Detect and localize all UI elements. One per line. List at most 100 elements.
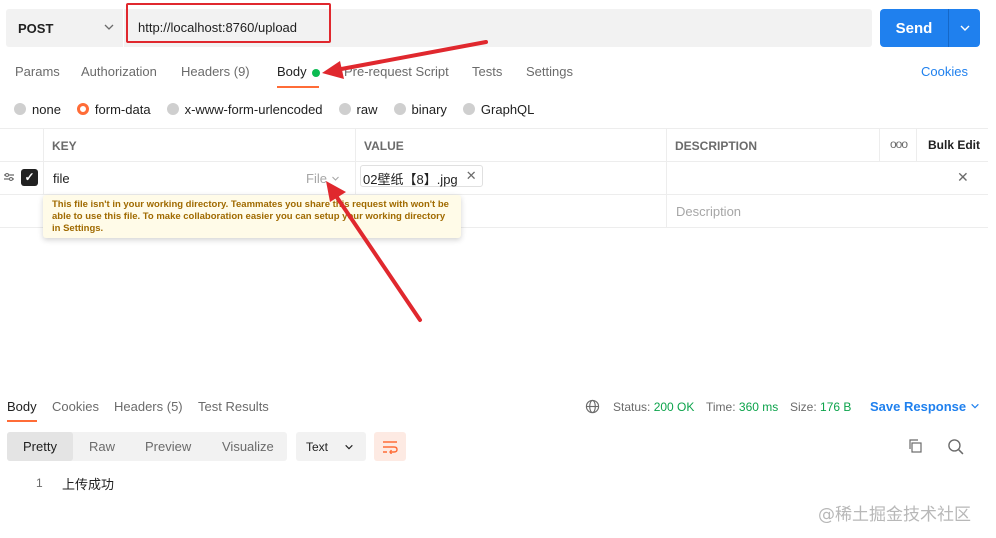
description-input[interactable]: Description: [676, 204, 741, 219]
chevron-down-icon: [970, 403, 979, 409]
response-tab-headers[interactable]: Headers (5): [114, 399, 183, 414]
radio-none[interactable]: none: [14, 102, 61, 117]
radio-circle: [166, 103, 179, 115]
radio-x-www-form-urlencoded[interactable]: x-www-form-urlencoded: [166, 101, 323, 117]
radio-label: x-www-form-urlencoded: [184, 101, 323, 117]
chevron-down-icon: [960, 25, 969, 31]
status-value: 200 OK: [653, 400, 695, 414]
tab-authorization[interactable]: Authorization: [81, 64, 157, 79]
key-header: KEY: [52, 139, 77, 153]
radio-label: GraphQL: [480, 101, 535, 117]
working-directory-tooltip: This file isn't in your working director…: [43, 195, 461, 238]
bulk-edit-button[interactable]: Bulk Edit: [928, 138, 980, 152]
time-label: Time:: [706, 400, 736, 414]
language-select[interactable]: Text: [296, 432, 366, 461]
wrap-lines-button[interactable]: [374, 432, 406, 461]
size-readout: Size: 176 B: [790, 400, 851, 414]
response-tab-cookies[interactable]: Cookies: [52, 399, 99, 414]
table-row: ✓ file File 02壁纸【8】.jpg ✕ ✕: [0, 162, 988, 195]
row-enabled-checkbox[interactable]: ✓: [21, 169, 38, 186]
radio-graphql[interactable]: GraphQL: [462, 101, 535, 117]
key-input[interactable]: file: [53, 171, 70, 186]
format-preview[interactable]: Preview: [145, 439, 191, 454]
time-value: 360 ms: [738, 400, 779, 414]
delete-row-icon[interactable]: ✕: [957, 169, 969, 186]
tab-tests[interactable]: Tests: [472, 64, 502, 79]
tab-body-label: Body: [277, 64, 307, 79]
send-label: Send: [895, 19, 933, 37]
tab-params[interactable]: Params: [15, 64, 60, 79]
column-divider: [43, 129, 44, 161]
active-tab-underline: [277, 86, 319, 88]
column-divider: [355, 162, 356, 194]
save-response-button[interactable]: Save Response: [870, 399, 980, 414]
method-label: POST: [18, 20, 54, 36]
response-body-text: 上传成功: [62, 477, 115, 492]
time-readout: Time: 360 ms: [706, 400, 778, 414]
drag-handle-icon[interactable]: [3, 171, 15, 186]
radio-binary[interactable]: binary: [393, 101, 447, 117]
column-divider: [43, 162, 44, 194]
file-chip[interactable]: 02壁纸【8】.jpg ✕: [360, 165, 483, 187]
size-value: 176 B: [820, 400, 852, 414]
radio-circle-selected: [76, 103, 89, 115]
radio-label: none: [32, 101, 61, 117]
radio-circle: [14, 103, 26, 115]
save-response-label: Save Response: [870, 399, 967, 414]
format-visualize[interactable]: Visualize: [222, 439, 274, 454]
wrap-lines-icon: [383, 440, 398, 454]
key-type-label: File: [306, 171, 327, 186]
body-type-group: none form-data x-www-form-urlencoded raw…: [14, 100, 550, 118]
tab-body[interactable]: Body: [277, 64, 320, 79]
column-divider: [666, 162, 667, 194]
send-dropdown[interactable]: [949, 22, 980, 34]
status-label: Status:: [613, 400, 651, 414]
url-annotation-box: [126, 3, 331, 43]
language-label: Text: [306, 440, 329, 454]
tab-headers[interactable]: Headers (9): [181, 64, 250, 79]
format-pretty[interactable]: Pretty: [23, 439, 57, 454]
globe-icon[interactable]: [585, 399, 600, 414]
copy-icon[interactable]: [907, 438, 923, 454]
key-type-select[interactable]: File: [306, 171, 340, 186]
description-header: DESCRIPTION: [675, 139, 758, 153]
body-indicator-dot: [311, 68, 320, 77]
radio-raw[interactable]: raw: [338, 101, 378, 117]
response-active-tab-underline: [7, 420, 37, 422]
radio-label: binary: [411, 101, 447, 117]
tab-settings[interactable]: Settings: [526, 64, 573, 79]
radio-form-data[interactable]: form-data: [76, 101, 151, 117]
format-raw[interactable]: Raw: [89, 439, 115, 454]
column-divider: [666, 195, 667, 227]
request-tabs: Params Authorization Headers (9) Body Pr…: [0, 60, 996, 90]
remove-file-icon[interactable]: ✕: [466, 168, 477, 184]
chevron-down-icon: [104, 24, 114, 30]
search-icon[interactable]: [947, 438, 964, 455]
radio-circle: [393, 103, 406, 115]
method-select[interactable]: POST: [6, 9, 124, 47]
more-options-icon[interactable]: ooo: [890, 137, 908, 151]
column-divider: [666, 129, 667, 161]
line-number: 1: [36, 476, 43, 490]
tab-pre-request-script[interactable]: Pre-request Script: [344, 64, 449, 79]
chevron-down-icon: [345, 444, 353, 450]
status-readout: Status: 200 OK: [613, 400, 694, 414]
response-tabs: Body Cookies Headers (5) Test Results St…: [0, 395, 996, 425]
cookies-link[interactable]: Cookies: [921, 64, 968, 79]
file-name: 02壁纸【8】.jpg: [363, 172, 458, 187]
send-button[interactable]: Send: [880, 9, 980, 47]
watermark: @稀土掘金技术社区: [818, 505, 971, 525]
table-header: KEY VALUE DESCRIPTION ooo Bulk Edit: [0, 128, 988, 162]
response-format-tabs: Pretty Raw Preview Visualize: [7, 432, 287, 461]
column-divider: [916, 129, 917, 161]
chevron-down-icon: [331, 176, 339, 181]
size-label: Size:: [790, 400, 817, 414]
response-tab-body[interactable]: Body: [7, 399, 37, 414]
column-divider: [355, 129, 356, 161]
radio-label: form-data: [94, 101, 151, 117]
column-divider: [879, 129, 880, 161]
radio-label: raw: [356, 101, 378, 117]
radio-circle: [462, 103, 475, 115]
value-header: VALUE: [364, 139, 404, 153]
response-tab-test-results[interactable]: Test Results: [198, 399, 269, 414]
